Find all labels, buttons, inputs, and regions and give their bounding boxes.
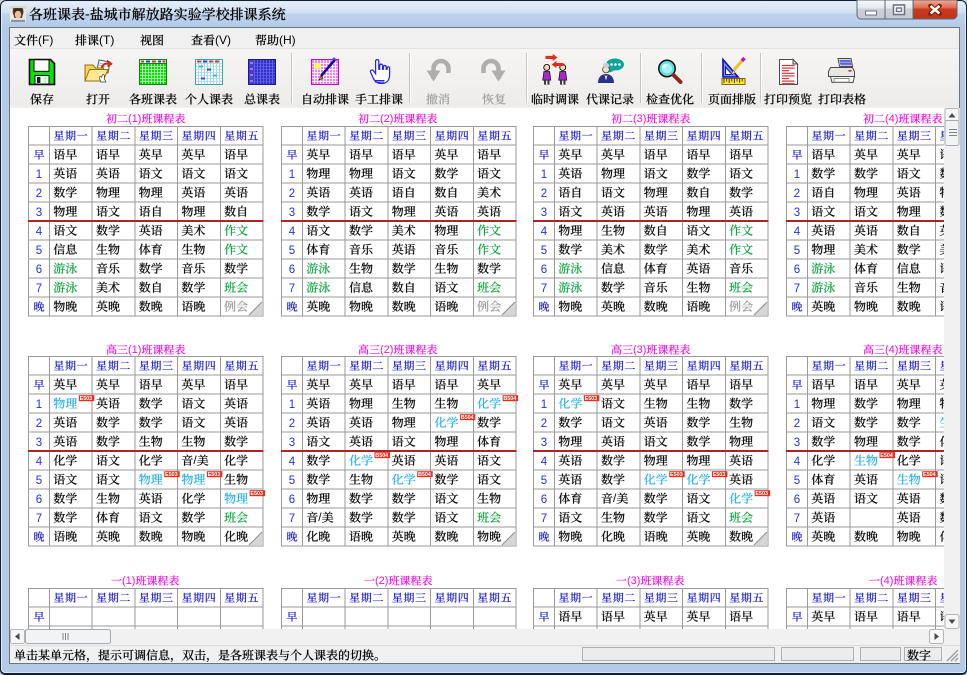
- svg-text:4: 4: [288, 226, 295, 238]
- svg-text:E504: E504: [880, 453, 893, 459]
- svg-text:E503: E503: [208, 472, 221, 478]
- svg-text:5: 5: [36, 245, 42, 257]
- svg-text:6: 6: [288, 494, 294, 506]
- svg-text:(1): (1): [122, 575, 135, 587]
- svg-text:(V): (V): [215, 32, 231, 46]
- svg-text:2: 2: [541, 188, 547, 200]
- svg-text:(1): (1): [128, 113, 141, 125]
- svg-text:4: 4: [36, 226, 43, 238]
- svg-text:4: 4: [288, 456, 295, 468]
- svg-text:B504: B504: [375, 453, 388, 459]
- svg-text:5: 5: [541, 245, 547, 257]
- svg-text:E503: E503: [250, 491, 263, 497]
- svg-text:7: 7: [793, 513, 799, 525]
- svg-text:3: 3: [793, 207, 799, 219]
- svg-text:2: 2: [36, 188, 42, 200]
- svg-text:B504: B504: [503, 396, 516, 402]
- svg-text:E503: E503: [670, 472, 683, 478]
- svg-text:(3): (3): [633, 344, 646, 356]
- svg-text:1: 1: [36, 169, 42, 181]
- svg-text:(3): (3): [633, 113, 646, 125]
- svg-text:(2): (2): [380, 113, 393, 125]
- svg-text:4: 4: [541, 226, 548, 238]
- svg-text:E503: E503: [80, 396, 93, 402]
- svg-text:3: 3: [541, 207, 547, 219]
- svg-text:E503: E503: [585, 396, 598, 402]
- svg-text:1: 1: [541, 169, 547, 181]
- svg-text:7: 7: [793, 283, 799, 295]
- svg-text:3: 3: [793, 437, 799, 449]
- svg-text:1: 1: [793, 169, 799, 181]
- svg-text:E503: E503: [755, 491, 768, 497]
- svg-text:(2): (2): [375, 575, 388, 587]
- svg-text:1: 1: [36, 399, 42, 411]
- svg-text:1: 1: [793, 399, 799, 411]
- svg-text:(T): (T): [99, 32, 114, 46]
- svg-text:5: 5: [36, 475, 42, 487]
- svg-text:4: 4: [793, 226, 800, 238]
- svg-text:2: 2: [793, 188, 799, 200]
- svg-text:7: 7: [288, 283, 294, 295]
- svg-text:2: 2: [541, 418, 547, 430]
- svg-text:3: 3: [36, 207, 42, 219]
- svg-text:1: 1: [288, 169, 294, 181]
- svg-text:3: 3: [36, 437, 42, 449]
- svg-text:4: 4: [541, 456, 548, 468]
- svg-text:(4): (4): [885, 344, 898, 356]
- svg-text:6: 6: [36, 494, 42, 506]
- svg-text:E504: E504: [923, 472, 936, 478]
- svg-text:2: 2: [36, 418, 42, 430]
- svg-text:(F): (F): [38, 32, 53, 46]
- svg-text:3: 3: [288, 437, 294, 449]
- svg-text:5: 5: [541, 475, 547, 487]
- svg-text:6: 6: [541, 264, 547, 276]
- svg-text:(4): (4): [885, 113, 898, 125]
- svg-text:7: 7: [36, 283, 42, 295]
- svg-text:6: 6: [793, 494, 799, 506]
- svg-text:7: 7: [36, 513, 42, 525]
- svg-text:7: 7: [541, 513, 547, 525]
- svg-text:4: 4: [793, 456, 800, 468]
- svg-text:3: 3: [288, 207, 294, 219]
- svg-text:5: 5: [288, 475, 294, 487]
- svg-text:2: 2: [793, 418, 799, 430]
- svg-text:6: 6: [288, 264, 294, 276]
- svg-text:E503: E503: [713, 472, 726, 478]
- svg-text:(3): (3): [627, 575, 640, 587]
- svg-text:2: 2: [288, 188, 294, 200]
- svg-text:B504: B504: [418, 472, 431, 478]
- svg-text:B504: B504: [460, 415, 473, 421]
- svg-text:1: 1: [541, 399, 547, 411]
- svg-text:7: 7: [288, 513, 294, 525]
- svg-text:(4): (4): [880, 575, 893, 587]
- svg-text:5: 5: [288, 245, 294, 257]
- svg-text:5: 5: [793, 245, 799, 257]
- svg-text:6: 6: [541, 494, 547, 506]
- svg-text:-: -: [85, 6, 90, 22]
- svg-text:6: 6: [36, 264, 42, 276]
- svg-text:1: 1: [288, 399, 294, 411]
- svg-text:3: 3: [541, 437, 547, 449]
- svg-text:6: 6: [793, 264, 799, 276]
- svg-text:E503: E503: [165, 472, 178, 478]
- svg-text:(1): (1): [128, 344, 141, 356]
- svg-text:2: 2: [288, 418, 294, 430]
- svg-text:7: 7: [541, 283, 547, 295]
- svg-text:5: 5: [793, 475, 799, 487]
- svg-text:4: 4: [36, 456, 43, 468]
- svg-text:(2): (2): [380, 344, 393, 356]
- svg-text:(H): (H): [279, 32, 296, 46]
